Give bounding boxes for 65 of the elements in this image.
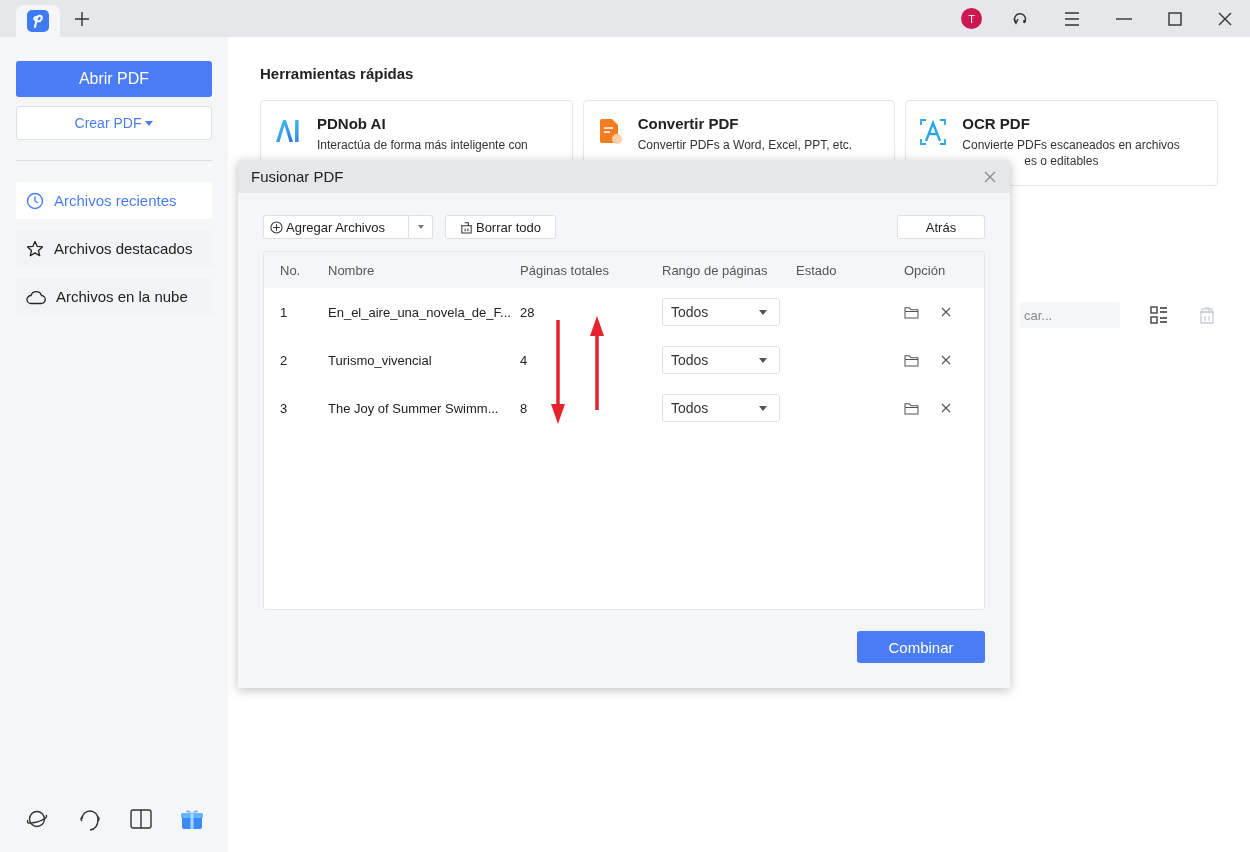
ai-icon [275, 119, 301, 143]
text-scan-icon [920, 119, 947, 145]
section-title: Herramientas rápidas [260, 65, 415, 82]
card-description: es o editables [1023, 153, 1100, 169]
card-title: OCR PDF [962, 115, 1031, 132]
column-header: Opción [903, 262, 946, 278]
basket-icon [459, 220, 473, 234]
combine-button[interactable]: Combinar [857, 631, 985, 663]
remove-icon[interactable] [941, 355, 951, 365]
caret-icon [145, 120, 154, 126]
sidebar-item[interactable]: Archivos recientes [16, 182, 212, 219]
caret-icon [759, 309, 767, 315]
caret-icon [759, 405, 767, 411]
create-pdf-button[interactable]: Crear PDF [16, 106, 212, 140]
table-cell-text: 28 [520, 304, 536, 320]
open-pdf-button[interactable]: Abrir PDF [16, 61, 212, 97]
column-header: Rango de páginas [662, 262, 769, 278]
list-view-icon[interactable] [1150, 306, 1168, 324]
app-logo-icon[interactable] [27, 10, 49, 32]
table-cell-text: 4 [520, 352, 529, 368]
card-description: Convertir PDFs a Word, Excel, PPT, etc. [637, 137, 853, 153]
planet-icon[interactable] [24, 808, 50, 830]
back-button[interactable]: Atrás [897, 215, 985, 239]
user-avatar[interactable]: T [961, 8, 982, 29]
table-cell-text: 1 [279, 304, 289, 320]
page-range-dropdown[interactable]: Todos [662, 346, 780, 374]
close-icon[interactable] [1218, 11, 1232, 26]
table-cell-text: 2 [279, 352, 289, 368]
folder-icon[interactable] [904, 401, 919, 415]
book-icon[interactable] [130, 809, 152, 829]
folder-icon[interactable] [904, 353, 919, 367]
menu-icon[interactable] [1064, 11, 1080, 26]
card-description: Interactúa de forma más inteligente con [317, 137, 528, 153]
star-icon [26, 239, 44, 258]
page-range-dropdown[interactable]: Todos [662, 394, 780, 422]
table-cell-text: 8 [520, 400, 529, 416]
remove-icon[interactable] [941, 307, 951, 317]
document-icon [597, 119, 622, 145]
plus-circle-icon [270, 220, 283, 234]
clock-icon [26, 191, 44, 210]
clear-all-button[interactable]: Borrar todo [445, 215, 556, 239]
maximize-icon[interactable] [1168, 11, 1182, 26]
caret-icon [759, 357, 767, 363]
gift-icon[interactable] [180, 808, 204, 830]
table-cell-text: The Joy of Summer Swimm... [328, 400, 500, 416]
card-description: Convierte PDFs escaneados en archivos [962, 137, 1180, 153]
column-header: Nombre [328, 262, 376, 278]
remove-icon[interactable] [941, 403, 951, 413]
new-tab-icon[interactable] [75, 12, 89, 26]
column-header: Páginas totales [520, 262, 610, 278]
card-title: Convertir PDF [637, 115, 740, 132]
search-field[interactable]: car... [1020, 302, 1120, 328]
card-title: PDNob AI [317, 115, 387, 132]
cloud-icon [26, 288, 46, 305]
add-files-button[interactable]: Agregar Archivos [263, 215, 409, 239]
page-range-dropdown[interactable]: Todos [662, 298, 780, 326]
table-cell-text: 3 [279, 400, 289, 416]
column-header: Estado [796, 262, 838, 278]
column-header: No. [279, 262, 302, 278]
folder-icon[interactable] [904, 305, 919, 319]
minimize-icon[interactable] [1116, 17, 1132, 20]
caret-icon [417, 225, 424, 229]
refresh-icon[interactable] [1012, 10, 1028, 27]
table-cell-text: Turismo_vivencial [328, 352, 433, 368]
table-cell-text: En_el_aire_una_novela_de_F... [328, 304, 512, 320]
